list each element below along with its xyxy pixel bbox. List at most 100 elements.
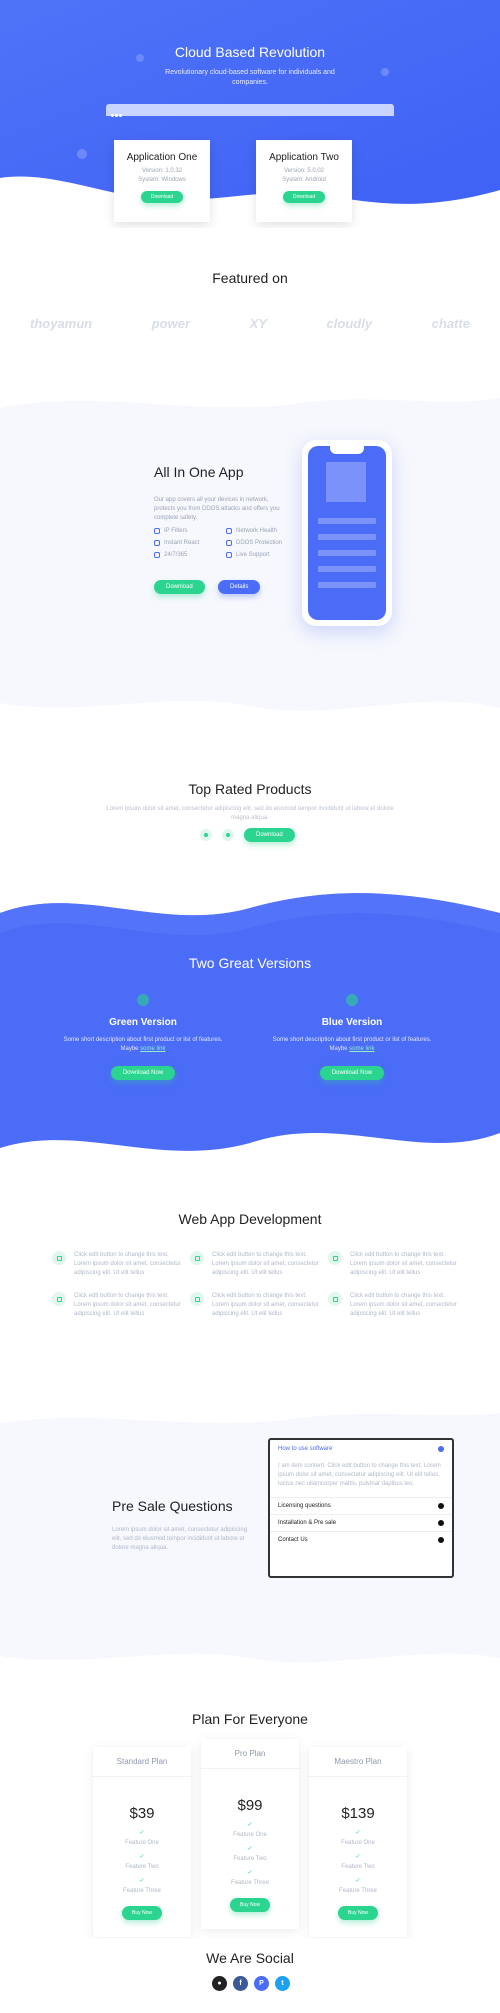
chat-icon (226, 552, 232, 558)
plan-name: Pro Plan (201, 1739, 299, 1769)
check-icon: ✓ (247, 1822, 253, 1828)
download-button[interactable]: Download (140, 191, 184, 203)
plan-name: Standard Plan (93, 1747, 191, 1777)
check-icon: ✓ (355, 1878, 361, 1884)
service-item: Click edit button to change this text. L… (328, 1292, 460, 1319)
plan-card-standard: Standard Plan $39 ✓ Feature One ✓ Feature … (93, 1747, 191, 1937)
section-text: Lorem ipsum dolor sit amet, consectetur … (112, 1527, 248, 1551)
buy-now-button[interactable]: Buy Now (337, 1906, 378, 1920)
feature-item: Live Support (226, 552, 292, 558)
section-title: Web App Development (178, 1211, 322, 1227)
plus-icon[interactable] (438, 1503, 444, 1509)
accordion-item[interactable]: Installation & Pre sale (270, 1514, 452, 1531)
version-icon (137, 994, 149, 1006)
app-system: System: Android (282, 177, 326, 183)
accordion-item[interactable]: Contact Us (270, 1531, 452, 1548)
rocket-icon (328, 1292, 342, 1306)
feature-item: DDOS Protection (226, 540, 292, 546)
faq-accordion: How to use software I am item content. C… (268, 1438, 454, 1578)
section-text: Our app covers all your devices in netwo… (154, 497, 280, 521)
action-row: Download (200, 828, 295, 842)
web-app-section: Web App Development Click edit button to… (0, 1173, 500, 1408)
facebook-icon[interactable]: f (233, 1976, 248, 1991)
download-button[interactable]: Download (282, 191, 326, 203)
version-text: Some short description about first produ… (272, 1037, 432, 1052)
green-version-card: Green Version Some short description abo… (58, 993, 228, 1080)
check-icon: ✓ (139, 1830, 145, 1836)
accordion-open-header[interactable]: How to use software (270, 1440, 452, 1458)
feature-item: Network Health (226, 528, 292, 534)
image-placeholder-icon (326, 462, 366, 502)
logo-row: thoyamun power XY cloudly chatte (30, 316, 470, 331)
service-item: Click edit button to change this text. L… (190, 1251, 322, 1278)
presale-section: Pre Sale Questions Lorem ipsum dolor sit… (0, 1408, 500, 1683)
android-icon[interactable] (222, 829, 234, 841)
section-background (0, 398, 500, 711)
section-title: Plan For Everyone (192, 1711, 308, 1727)
check-icon: ✓ (355, 1830, 361, 1836)
accordion-body: I am item content. Click edit button to … (278, 1463, 441, 1487)
download-button[interactable]: Download (244, 828, 295, 842)
featured-title: Featured on (212, 270, 288, 286)
buy-now-button[interactable]: Buy Now (229, 1898, 270, 1912)
details-button[interactable]: Details (218, 580, 261, 594)
check-icon: ✓ (247, 1870, 253, 1876)
service-item: Click edit button to change this text. L… (328, 1251, 460, 1278)
section-title: Two Great Versions (188, 955, 312, 971)
download-now-button[interactable]: Download Now (110, 1066, 176, 1080)
phone-screen (308, 446, 386, 620)
version-title: Blue Version (321, 1017, 383, 1028)
minus-icon[interactable] (438, 1446, 444, 1452)
top-rated-section: Top Rated Products Lorem ipsum dolor sit… (0, 728, 500, 873)
feature-list: IP Filters Network Health Instant React … (154, 528, 294, 558)
plan-card-pro: Pro Plan $99 ✓ Feature One ✓ Feature Two ✓… (201, 1739, 299, 1929)
accordion-item[interactable]: Licensing questions (270, 1497, 452, 1514)
plan-name: Maestro Plan (309, 1747, 407, 1777)
apple-icon[interactable] (200, 829, 212, 841)
download-now-button[interactable]: Download Now (319, 1066, 385, 1080)
feature-item: 24/7/365 (154, 552, 220, 558)
download-button[interactable]: Download (154, 580, 205, 594)
check-icon: ✓ (355, 1854, 361, 1860)
browser-mockup: Application One Version: 1.0.32 System: W… (106, 104, 394, 222)
service-item: Click edit button to change this text. L… (52, 1292, 184, 1319)
some-link[interactable]: some link (140, 1046, 165, 1052)
twitter-icon[interactable]: t (275, 1976, 290, 1991)
service-item: Click edit button to change this text. L… (190, 1292, 322, 1319)
section-title: We Are Social (206, 1950, 294, 1966)
paypal-icon[interactable]: P (254, 1976, 269, 1991)
calendar-icon (328, 1251, 342, 1265)
version-title: Green Version (109, 1017, 177, 1028)
app-name: Application One (126, 152, 198, 163)
section-title: All In One App (154, 464, 244, 480)
plan-price: $39 (129, 1805, 155, 1822)
partner-logo: XY (249, 316, 267, 331)
buy-now-button[interactable]: Buy Now (121, 1906, 162, 1920)
app-card-two: Application Two Version: 5.0.02 System: A… (256, 140, 352, 222)
tablet-icon (52, 1292, 66, 1306)
filter-icon (154, 528, 160, 534)
github-icon[interactable]: ● (212, 1976, 227, 1991)
some-link[interactable]: some link (349, 1046, 374, 1052)
plan-price: $139 (341, 1805, 375, 1822)
section-title: Pre Sale Questions (112, 1498, 233, 1514)
monitor-icon (190, 1292, 204, 1306)
hero-section: Cloud Based Revolution Revolutionary clo… (0, 0, 500, 228)
plan-card-maestro: Maestro Plan $139 ✓ Feature One ✓ Feature … (309, 1747, 407, 1937)
plan-price: $99 (237, 1797, 263, 1814)
plus-icon[interactable] (438, 1537, 444, 1543)
browser-bar (106, 104, 394, 117)
shield-icon (226, 540, 232, 546)
plus-icon[interactable] (438, 1520, 444, 1526)
hero-subtitle: Revolutionary cloud-based software for i… (165, 69, 335, 86)
section-title: Top Rated Products (188, 781, 312, 797)
app-system: System: Windows (138, 177, 186, 183)
service-grid: Click edit button to change this text. L… (52, 1251, 457, 1319)
app-name: Application Two (269, 152, 339, 163)
partner-logo: power (151, 316, 191, 331)
heart-icon (226, 528, 232, 534)
app-card-one: Application One Version: 1.0.32 System: W… (114, 140, 210, 222)
partner-logo: cloudly (326, 316, 373, 331)
check-icon: ✓ (247, 1846, 253, 1852)
app-version: Version: 1.0.32 (141, 168, 183, 174)
